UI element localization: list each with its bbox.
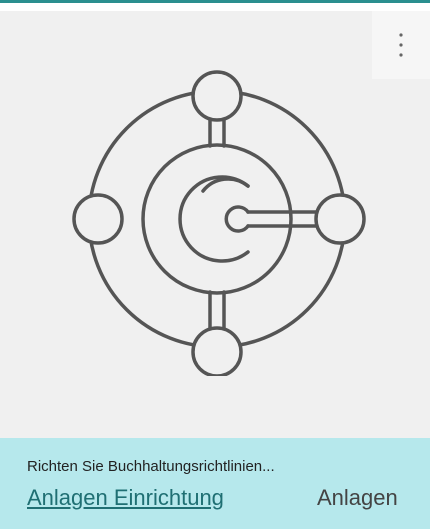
connected-circles-logo-icon xyxy=(72,70,366,376)
top-accent-rule xyxy=(0,0,430,3)
asset-setup-link[interactable]: Anlagen Einrichtung xyxy=(27,485,224,511)
tile-category-label: Anlagen xyxy=(317,485,398,510)
tile-footer xyxy=(0,438,430,529)
setup-tile[interactable]: Richten Sie Buchhaltungsrichtlinien... A… xyxy=(0,0,430,529)
tile-description: Richten Sie Buchhaltungsrichtlinien... xyxy=(27,458,275,475)
vertical-ellipsis-icon xyxy=(399,33,403,57)
